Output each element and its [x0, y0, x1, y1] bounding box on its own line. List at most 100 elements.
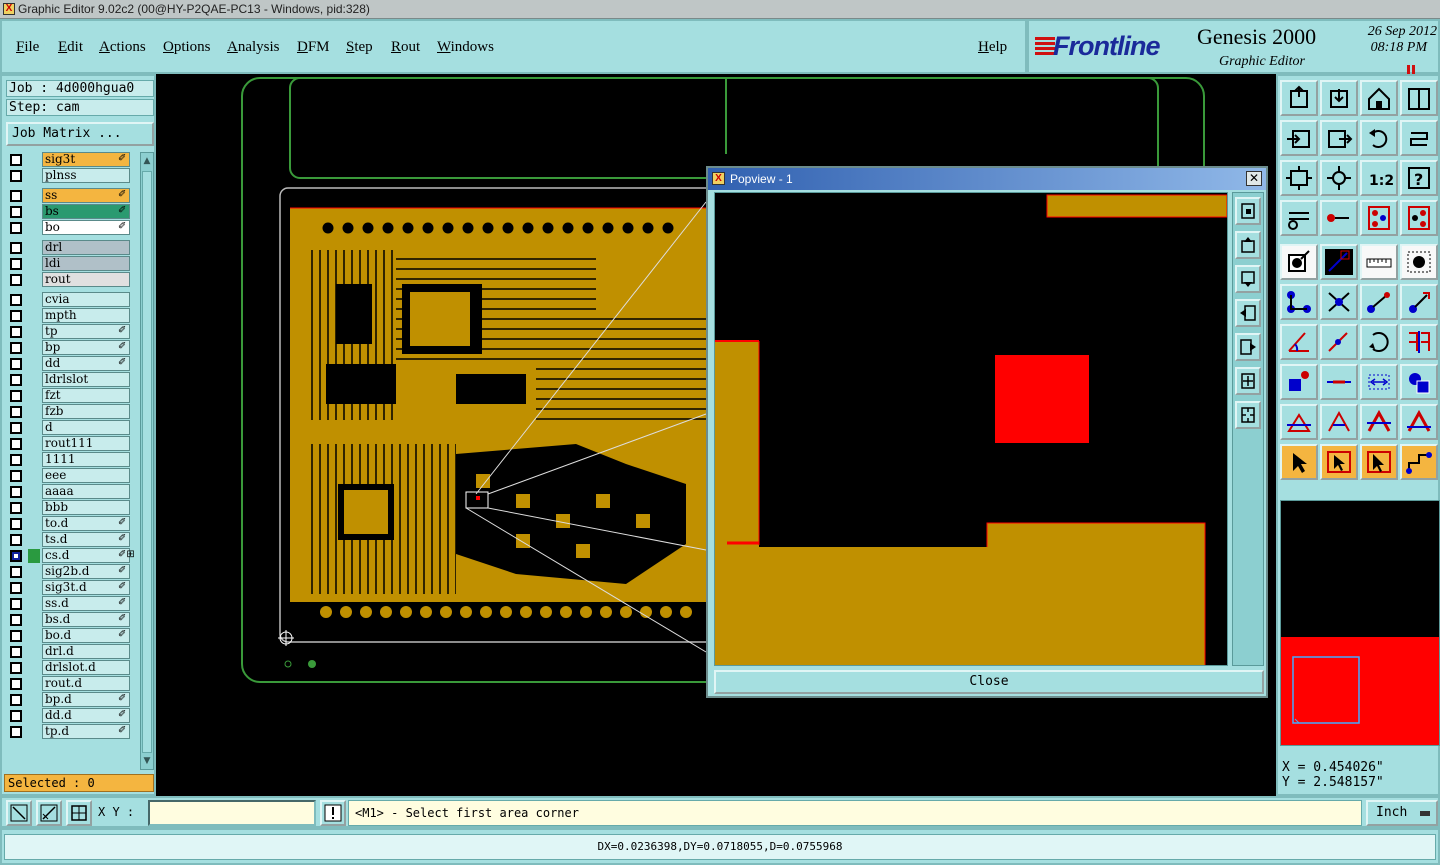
layer-work-flag[interactable]: [28, 645, 40, 659]
layer-work-flag[interactable]: [28, 469, 40, 483]
layer-checkbox[interactable]: [10, 470, 22, 482]
layer-row[interactable]: bo ✐: [6, 220, 138, 236]
scroll-up-icon[interactable]: ▲: [142, 154, 152, 168]
triangle-tool-button[interactable]: [1280, 404, 1318, 440]
layer-checkbox[interactable]: [10, 486, 22, 498]
open-job-tool-button[interactable]: [1280, 80, 1318, 116]
cut-tool-button[interactable]: [1320, 364, 1358, 400]
layer-row[interactable]: fzb: [6, 404, 138, 420]
layer-name[interactable]: drl: [42, 240, 130, 255]
shape-b-tool-button[interactable]: [1400, 404, 1438, 440]
arrow-ne-tool-button[interactable]: [1360, 284, 1398, 320]
layer-row[interactable]: dd.d ✐: [6, 708, 138, 724]
layer-work-flag[interactable]: [28, 709, 40, 723]
job-matrix-button[interactable]: Job Matrix ...: [6, 122, 154, 146]
popview-pan-right-button[interactable]: [1235, 333, 1261, 361]
layer-row[interactable]: drl: [6, 240, 138, 256]
layer-work-flag[interactable]: [28, 533, 40, 547]
layer-checkbox[interactable]: [10, 438, 22, 450]
layer-work-flag[interactable]: [28, 325, 40, 339]
layer-name[interactable]: to.d: [42, 516, 130, 531]
layer-checkbox[interactable]: [10, 534, 22, 546]
layers-down-tool-button[interactable]: [1400, 200, 1438, 236]
line-tool-button[interactable]: [1320, 324, 1358, 360]
layer-name[interactable]: dd.d: [42, 708, 130, 723]
save-job-tool-button[interactable]: [1320, 80, 1358, 116]
layer-checkbox[interactable]: [10, 190, 22, 202]
layer-work-flag[interactable]: [28, 405, 40, 419]
layer-name[interactable]: sig2b.d: [42, 564, 130, 579]
layer-name[interactable]: rout111: [42, 436, 130, 451]
layer-checkbox[interactable]: [10, 694, 22, 706]
layer-checkbox[interactable]: [10, 582, 22, 594]
layer-work-flag[interactable]: [28, 153, 40, 167]
help-tool-button[interactable]: ?: [1400, 160, 1438, 196]
layer-name[interactable]: bs.d: [42, 612, 130, 627]
layer-checkbox[interactable]: [10, 646, 22, 658]
pointer-tool-button[interactable]: [1280, 444, 1318, 480]
menu-analysis[interactable]: Analysis: [227, 39, 280, 56]
layer-name[interactable]: fzb: [42, 404, 130, 419]
layer-checkbox[interactable]: [10, 358, 22, 370]
attributes-tool-button[interactable]: [1280, 200, 1318, 236]
popview-pan-up-button[interactable]: [1235, 231, 1261, 259]
import-tool-button[interactable]: [1280, 120, 1318, 156]
layer-row[interactable]: rout.d: [6, 676, 138, 692]
layer-checkbox[interactable]: [10, 274, 22, 286]
layer-row[interactable]: ts.d ✐: [6, 532, 138, 548]
layer-work-flag[interactable]: [28, 613, 40, 627]
layer-checkbox[interactable]: [10, 662, 22, 674]
ruler-tool-button[interactable]: [1360, 244, 1398, 280]
layer-checkbox[interactable]: [10, 242, 22, 254]
move-tool-button[interactable]: [1320, 284, 1358, 320]
layer-checkbox[interactable]: [10, 154, 22, 166]
arrow-red-tool-button[interactable]: [1400, 284, 1438, 320]
layer-name[interactable]: bs: [42, 204, 130, 219]
layer-name[interactable]: bbb: [42, 500, 130, 515]
popview-zoom-fit-button[interactable]: [1235, 197, 1261, 225]
layer-work-flag[interactable]: [28, 373, 40, 387]
layer-name[interactable]: ss: [42, 188, 130, 203]
snap-mode-button[interactable]: [6, 800, 32, 826]
layer-work-flag[interactable]: [28, 597, 40, 611]
select-pad-tool-button[interactable]: [1280, 244, 1318, 280]
layer-row[interactable]: sig3t.d ✐: [6, 580, 138, 596]
layer-name[interactable]: drlslot.d: [42, 660, 130, 675]
menu-options[interactable]: Options: [163, 39, 211, 56]
layer-checkbox[interactable]: [10, 598, 22, 610]
alert-button[interactable]: [320, 800, 346, 826]
layer-checkbox[interactable]: [10, 170, 22, 182]
layer-name[interactable]: aaaa: [42, 484, 130, 499]
layer-checkbox[interactable]: [10, 454, 22, 466]
layer-checkbox[interactable]: [10, 630, 22, 642]
layer-work-flag[interactable]: [28, 357, 40, 371]
layer-row[interactable]: to.d ✐: [6, 516, 138, 532]
layer-checkbox[interactable]: [10, 422, 22, 434]
popview-zoom-in-button[interactable]: [1235, 367, 1261, 395]
layer-work-flag[interactable]: [28, 221, 40, 235]
layer-row[interactable]: rout: [6, 272, 138, 288]
layer-work-flag[interactable]: [28, 293, 40, 307]
scale-tool-button[interactable]: 1:2: [1360, 160, 1398, 196]
layer-name[interactable]: bp: [42, 340, 130, 355]
redo-tool-button[interactable]: [1400, 120, 1438, 156]
fill-tool-button[interactable]: [1400, 244, 1438, 280]
fit-tool-button[interactable]: [1280, 160, 1318, 196]
layer-row[interactable]: sig3t ✐: [6, 152, 138, 168]
layer-work-flag[interactable]: [28, 273, 40, 287]
scroll-down-icon[interactable]: ▼: [142, 754, 152, 768]
layer-checkbox[interactable]: [10, 294, 22, 306]
layer-row[interactable]: bp.d ✐: [6, 692, 138, 708]
layer-row[interactable]: cs.d ✐⊞: [6, 548, 138, 564]
layer-work-flag[interactable]: [28, 421, 40, 435]
measure-mode-button[interactable]: [36, 800, 62, 826]
layer-work-flag[interactable]: [28, 437, 40, 451]
menu-step[interactable]: Step: [346, 39, 373, 56]
layer-name[interactable]: sig3t: [42, 152, 130, 167]
undo-tool-button[interactable]: [1360, 120, 1398, 156]
layer-work-flag[interactable]: [28, 581, 40, 595]
layer-work-flag[interactable]: [28, 485, 40, 499]
layer-work-flag[interactable]: [28, 453, 40, 467]
layer-work-flag[interactable]: [28, 629, 40, 643]
layer-checkbox[interactable]: [10, 206, 22, 218]
